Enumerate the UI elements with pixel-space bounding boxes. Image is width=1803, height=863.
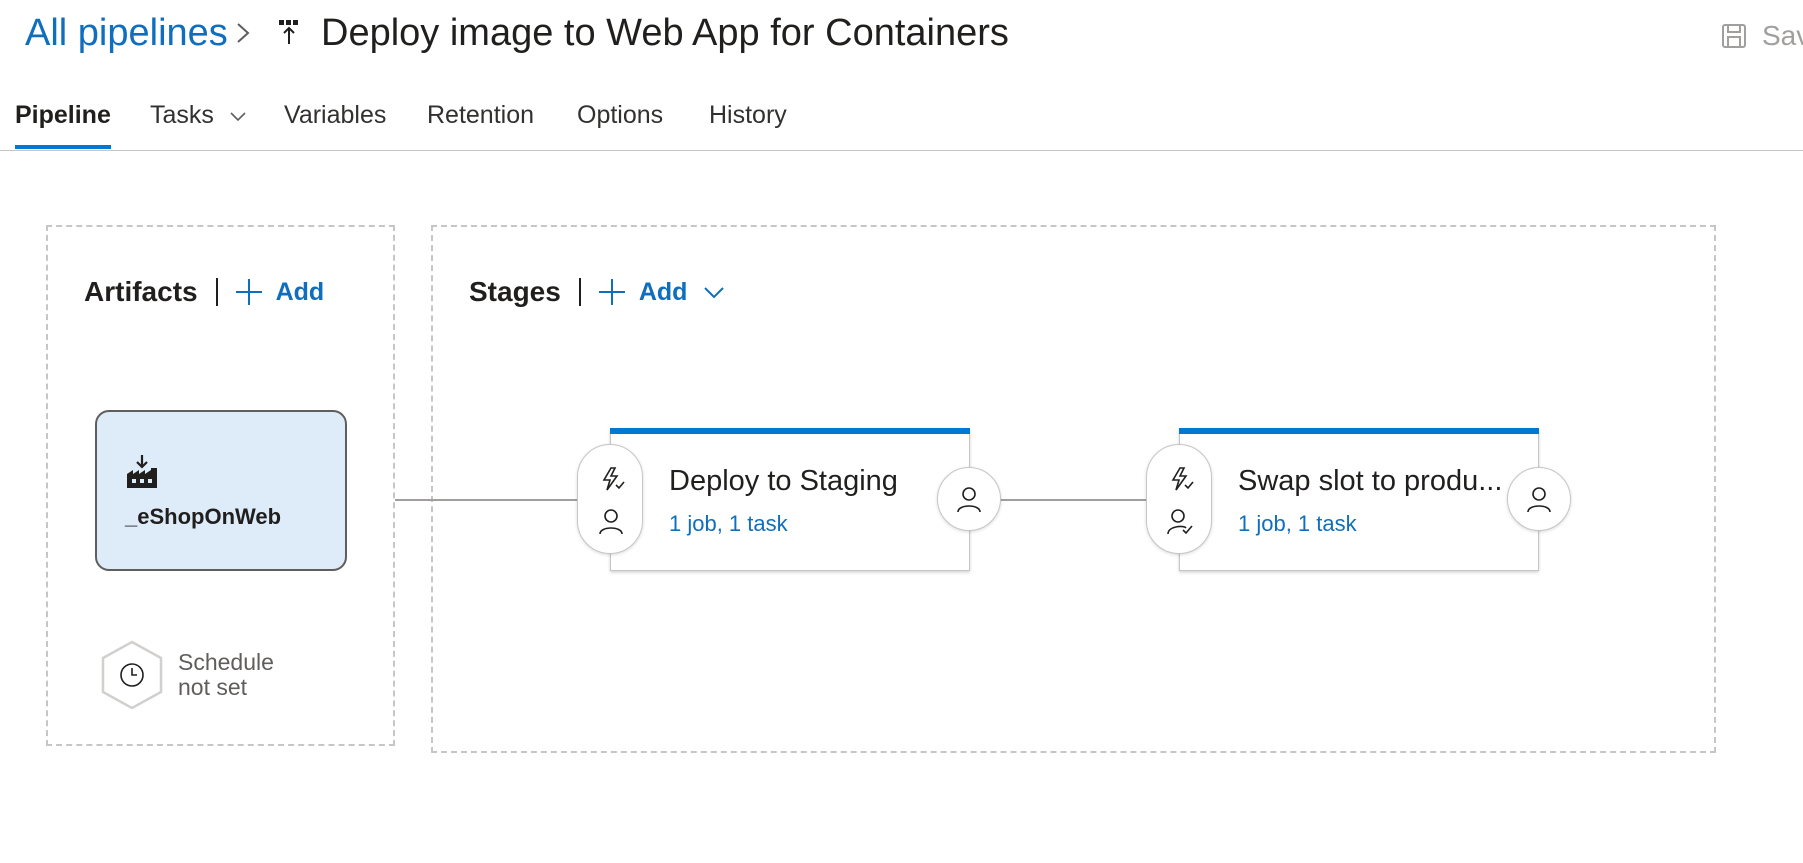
user-icon	[1527, 487, 1551, 513]
chevron-right-icon	[237, 23, 250, 43]
tab-divider	[0, 150, 1803, 151]
trigger-icon	[1171, 467, 1194, 491]
tab-variables[interactable]: Variables	[284, 95, 386, 151]
save-button[interactable]: Save	[1720, 18, 1803, 54]
tab-retention[interactable]: Retention	[427, 95, 534, 151]
tab-history[interactable]: History	[709, 95, 787, 151]
chevron-down-icon[interactable]	[703, 285, 725, 299]
artifact-name: _eShopOnWeb	[125, 504, 282, 529]
add-artifact-button[interactable]: Add	[234, 277, 325, 307]
save-icon	[1722, 24, 1746, 48]
tab-label: History	[709, 101, 787, 129]
divider	[578, 278, 581, 306]
connector-line	[395, 499, 580, 501]
save-label: Save	[1762, 20, 1803, 51]
page-header: All pipelines Deploy image to Web App fo…	[0, 0, 1803, 70]
chevron-down-icon	[230, 112, 246, 122]
pre-deployment-conditions[interactable]	[577, 444, 643, 554]
stage-card[interactable]: Swap slot to produ... 1 job, 1 task	[1179, 428, 1539, 571]
stages-header: Stages Add	[469, 272, 725, 312]
tab-pipeline[interactable]: Pipeline	[15, 95, 111, 151]
schedule-trigger[interactable]: Schedule not set	[100, 640, 300, 712]
release-pipeline-icon	[279, 20, 298, 44]
artifacts-header: Artifacts Add	[84, 272, 324, 312]
breadcrumb-all-pipelines[interactable]: All pipelines	[25, 10, 228, 56]
tab-label: Pipeline	[15, 101, 111, 129]
stage-name: Deploy to Staging	[669, 465, 898, 497]
stage-job-summary[interactable]: 1 job, 1 task	[1238, 511, 1357, 537]
tab-label: Options	[577, 101, 664, 129]
artifacts-title: Artifacts	[84, 276, 198, 307]
trigger-icon	[602, 467, 625, 491]
tab-label: Tasks	[150, 101, 214, 129]
artifact-card[interactable]: _eShopOnWeb	[95, 410, 347, 571]
post-deployment-conditions[interactable]	[937, 467, 1001, 531]
schedule-line1: Schedule	[178, 649, 274, 675]
tab-tasks[interactable]: Tasks	[150, 95, 247, 151]
build-artifact-icon	[127, 455, 157, 488]
stage-card[interactable]: Deploy to Staging 1 job, 1 task	[610, 428, 970, 571]
stage-job-summary[interactable]: 1 job, 1 task	[669, 511, 788, 537]
user-icon	[599, 509, 623, 535]
tab-options[interactable]: Options	[577, 95, 663, 151]
stages-title: Stages	[469, 276, 561, 307]
post-deployment-conditions[interactable]	[1507, 467, 1571, 531]
schedule-text: Schedule not set	[178, 650, 274, 700]
pre-deployment-conditions[interactable]	[1146, 444, 1212, 554]
approved-user-icon	[1167, 509, 1193, 535]
plus-icon	[235, 279, 262, 305]
tab-bar: Pipeline Tasks Variables Retention Optio…	[0, 95, 1803, 151]
tab-label: Variables	[284, 101, 387, 129]
plus-icon	[598, 279, 625, 305]
connector-line	[1000, 499, 1148, 501]
release-pipeline-editor: All pipelines Deploy image to Web App fo…	[0, 0, 1803, 863]
tab-label: Retention	[427, 101, 535, 129]
add-label: Add	[638, 277, 688, 306]
user-icon	[957, 487, 981, 513]
schedule-line2: not set	[178, 674, 248, 700]
schedule-hexagon	[101, 640, 163, 710]
page-title: Deploy image to Web App for Containers	[321, 12, 1009, 54]
add-stage-button[interactable]: Add	[597, 277, 726, 307]
divider	[215, 278, 218, 306]
add-label: Add	[275, 277, 325, 306]
stage-name: Swap slot to produ...	[1238, 465, 1503, 497]
